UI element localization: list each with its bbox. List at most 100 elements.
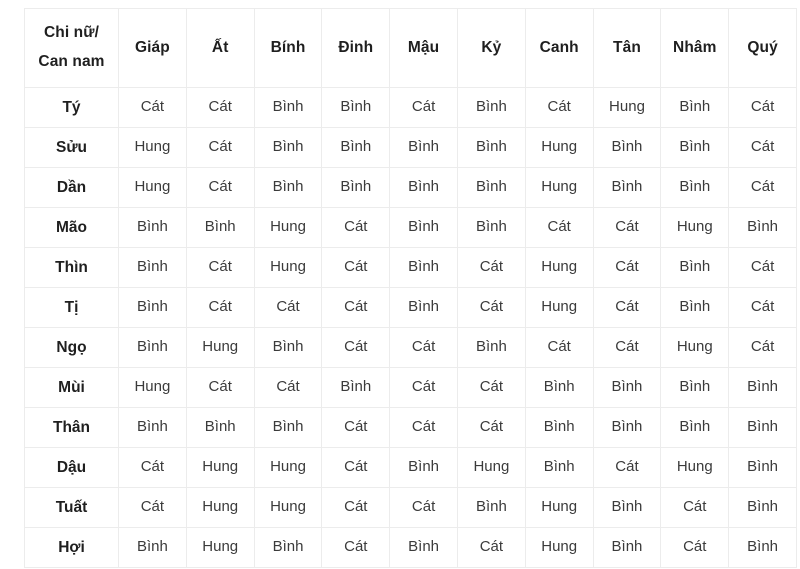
cell-suu-tan: Bình <box>592 127 662 168</box>
cell-than-at: Bình <box>185 407 255 448</box>
table-row: Dậu Cát Hung Hung Cát Bình Hung Bình Cát… <box>24 447 797 488</box>
cell-tuat-nham: Cát <box>660 487 730 528</box>
header-row: Chi nữ/ Can nam Giáp Ất Bính Đinh Mậu Kỷ… <box>24 8 797 88</box>
cell-mao-ky: Bình <box>456 207 526 248</box>
cell-ngo-giap: Bình <box>118 327 187 368</box>
cell-dau-at: Hung <box>185 447 255 488</box>
cell-ti-nham: Bình <box>660 287 730 328</box>
cell-than-mau: Cát <box>389 407 458 448</box>
column-header-dinh: Đinh <box>321 8 391 88</box>
cell-mao-binh: Hung <box>253 207 323 248</box>
cell-ngo-canh: Cát <box>524 327 594 368</box>
cell-mui-binh: Cát <box>253 367 323 408</box>
cell-hoi-mau: Bình <box>389 527 458 568</box>
cell-ty-tan: Hung <box>592 87 662 128</box>
cell-dau-binh: Hung <box>253 447 323 488</box>
cell-mui-quy: Bình <box>728 367 797 408</box>
cell-thin-dinh: Cát <box>321 247 391 288</box>
cell-suu-mau: Bình <box>389 127 458 168</box>
cell-than-nham: Bình <box>660 407 730 448</box>
table-row: Mão Bình Bình Hung Cát Bình Bình Cát Cát… <box>24 207 797 248</box>
compatibility-table: Chi nữ/ Can nam Giáp Ất Bính Đinh Mậu Kỷ… <box>24 8 797 568</box>
table-header: Chi nữ/ Can nam Giáp Ất Bính Đinh Mậu Kỷ… <box>24 8 797 88</box>
table-row: Tý Cát Cát Bình Bình Cát Bình Cát Hung B… <box>24 87 797 128</box>
cell-thin-tan: Cát <box>592 247 662 288</box>
cell-ti-tan: Cát <box>592 287 662 328</box>
cell-ti-mau: Bình <box>389 287 458 328</box>
cell-tuat-mau: Cát <box>389 487 458 528</box>
cell-thin-ky: Cát <box>456 247 526 288</box>
cell-suu-nham: Bình <box>660 127 730 168</box>
cell-tuat-dinh: Cát <box>321 487 391 528</box>
table-row: Tuất Cát Hung Hung Cát Cát Bình Hung Bìn… <box>24 487 797 528</box>
column-header-nham: Nhâm <box>660 8 730 88</box>
cell-than-tan: Bình <box>592 407 662 448</box>
cell-ti-canh: Hung <box>524 287 594 328</box>
cell-mao-at: Bình <box>185 207 255 248</box>
cell-tuat-binh: Hung <box>253 487 323 528</box>
cell-dau-nham: Hung <box>660 447 730 488</box>
column-header-ky: Kỷ <box>456 8 526 88</box>
cell-ngo-at: Hung <box>185 327 255 368</box>
table-row: Thìn Bình Cát Hung Cát Bình Cát Hung Cát… <box>24 247 797 288</box>
cell-mao-tan: Cát <box>592 207 662 248</box>
row-header-suu: Sửu <box>24 127 119 168</box>
column-header-binh: Bính <box>253 8 323 88</box>
cell-ngo-binh: Bình <box>253 327 323 368</box>
row-header-than: Thân <box>24 407 119 448</box>
cell-mui-tan: Bình <box>592 367 662 408</box>
table-row: Ngọ Bình Hung Bình Cát Cát Bình Cát Cát … <box>24 327 797 368</box>
cell-thin-giap: Bình <box>118 247 187 288</box>
cell-suu-canh: Hung <box>524 127 594 168</box>
cell-than-binh: Bình <box>253 407 323 448</box>
cell-ty-nham: Bình <box>660 87 730 128</box>
corner-header-cell: Chi nữ/ Can nam <box>24 8 119 88</box>
row-header-thin: Thìn <box>24 247 119 288</box>
cell-ty-binh: Bình <box>253 87 323 128</box>
cell-tuat-ky: Bình <box>456 487 526 528</box>
cell-tuat-at: Hung <box>185 487 255 528</box>
cell-ty-canh: Cát <box>524 87 594 128</box>
column-header-quy: Quý <box>728 8 797 88</box>
cell-ngo-tan: Cát <box>592 327 662 368</box>
cell-than-giap: Bình <box>118 407 187 448</box>
cell-ti-giap: Bình <box>118 287 187 328</box>
cell-mao-mau: Bình <box>389 207 458 248</box>
cell-than-quy: Bình <box>728 407 797 448</box>
cell-mao-canh: Cát <box>524 207 594 248</box>
cell-ti-quy: Cát <box>728 287 797 328</box>
cell-dau-dinh: Cát <box>321 447 391 488</box>
cell-ty-at: Cát <box>185 87 255 128</box>
table-body: Tý Cát Cát Bình Bình Cát Bình Cát Hung B… <box>24 87 797 568</box>
cell-suu-quy: Cát <box>728 127 797 168</box>
cell-than-canh: Bình <box>524 407 594 448</box>
cell-ty-giap: Cát <box>118 87 187 128</box>
cell-thin-quy: Cát <box>728 247 797 288</box>
cell-dau-tan: Cát <box>592 447 662 488</box>
row-header-tuat: Tuất <box>24 487 119 528</box>
cell-ti-dinh: Cát <box>321 287 391 328</box>
table-container: Chi nữ/ Can nam Giáp Ất Bính Đinh Mậu Kỷ… <box>0 0 800 569</box>
cell-than-ky: Cát <box>456 407 526 448</box>
row-header-ty: Tý <box>24 87 119 128</box>
cell-dan-quy: Cát <box>728 167 797 208</box>
cell-mao-nham: Hung <box>660 207 730 248</box>
cell-ty-ky: Bình <box>456 87 526 128</box>
row-header-mui: Mùi <box>24 367 119 408</box>
row-header-ti: Tị <box>24 287 119 328</box>
cell-ty-dinh: Bình <box>321 87 391 128</box>
cell-suu-giap: Hung <box>118 127 187 168</box>
cell-ti-ky: Cát <box>456 287 526 328</box>
cell-tuat-tan: Bình <box>592 487 662 528</box>
cell-dan-ky: Bình <box>456 167 526 208</box>
cell-mao-quy: Bình <box>728 207 797 248</box>
cell-ngo-dinh: Cát <box>321 327 391 368</box>
cell-suu-dinh: Bình <box>321 127 391 168</box>
column-header-tan: Tân <box>592 8 662 88</box>
cell-mao-giap: Bình <box>118 207 187 248</box>
cell-mui-ky: Cát <box>456 367 526 408</box>
cell-dan-mau: Bình <box>389 167 458 208</box>
cell-thin-canh: Hung <box>524 247 594 288</box>
cell-ti-at: Cát <box>185 287 255 328</box>
cell-mao-dinh: Cát <box>321 207 391 248</box>
